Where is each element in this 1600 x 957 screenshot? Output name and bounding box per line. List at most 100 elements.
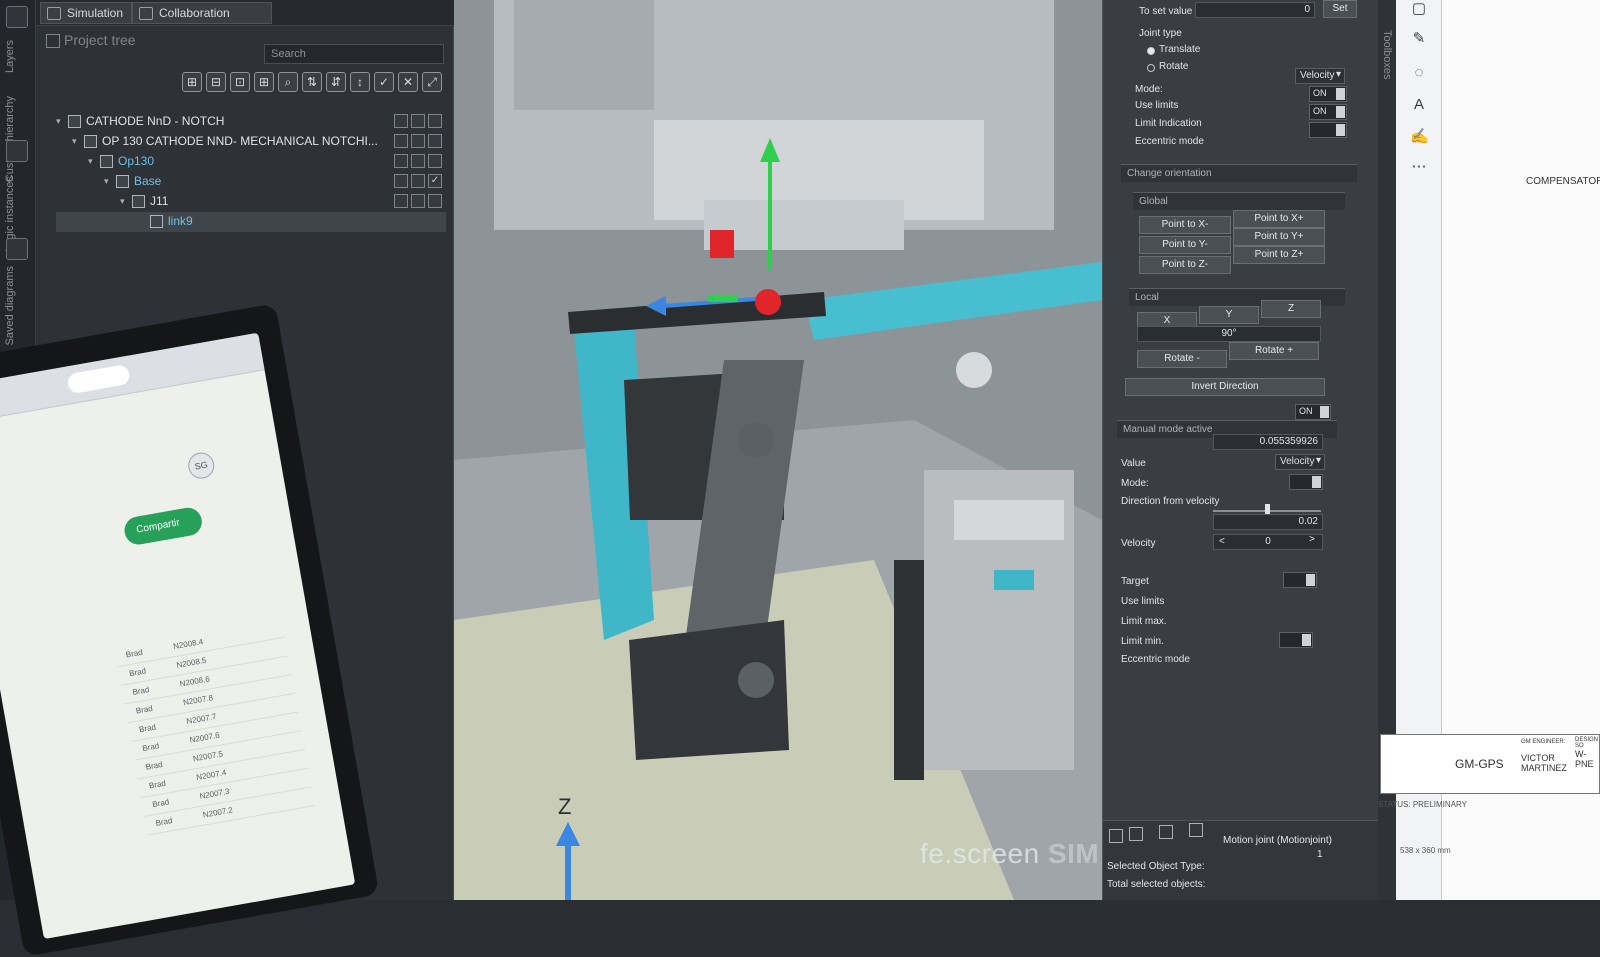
browser-url-field[interactable] <box>66 363 131 395</box>
tree-node-j11[interactable]: ▾ J11 <box>56 192 446 212</box>
panel-icon[interactable] <box>6 6 28 28</box>
more-icon[interactable]: ⋯ <box>1410 158 1428 176</box>
invert-direction-button[interactable]: Invert Direction <box>1125 378 1325 396</box>
rotate-radio[interactable] <box>1147 64 1155 72</box>
rotate-minus-button[interactable]: Rotate - <box>1137 350 1227 368</box>
target-toggle[interactable] <box>1283 572 1317 588</box>
tree-node-link9[interactable]: link9 <box>56 212 446 232</box>
limit-min-toggle[interactable] <box>1279 632 1313 648</box>
tree-node-label: J11 <box>150 194 169 208</box>
search-input[interactable]: Search <box>264 44 444 64</box>
reorder-button[interactable]: ↕ <box>350 72 370 92</box>
translate-radio[interactable] <box>1147 47 1155 55</box>
hierarchy-icon[interactable] <box>6 140 28 162</box>
tree-node-label: OP 130 CATHODE NND- MECHANICAL NOTCHI... <box>102 134 378 148</box>
expander-icon[interactable]: ▾ <box>72 136 82 146</box>
point-to-x-plus-button[interactable]: Point to X+ <box>1233 210 1325 228</box>
limit-indication-toggle[interactable]: ON <box>1309 104 1347 120</box>
value-mode-select[interactable]: Velocity <box>1275 454 1325 470</box>
local-z-button[interactable]: Z <box>1261 300 1321 318</box>
visibility-toggle[interactable] <box>394 174 408 188</box>
mode-label: Mode: <box>1135 84 1163 95</box>
select-toggle[interactable] <box>428 134 442 148</box>
velocity-input[interactable]: 0 <box>1213 534 1323 550</box>
visibility-toggle[interactable] <box>394 154 408 168</box>
mode2-toggle[interactable] <box>1289 474 1323 490</box>
set-button[interactable]: Set <box>1323 0 1357 18</box>
select-toggle[interactable] <box>428 114 442 128</box>
point-to-y-plus-button[interactable]: Point to Y+ <box>1233 228 1325 246</box>
text-box-icon[interactable]: A <box>1410 96 1428 114</box>
delete-icon[interactable] <box>1189 823 1203 837</box>
limit-min-label: Limit min. <box>1121 636 1164 647</box>
interfaces-icon[interactable] <box>6 238 28 260</box>
lock-toggle[interactable] <box>411 194 425 208</box>
lock-toggle[interactable] <box>411 114 425 128</box>
lasso-icon[interactable]: ◌ <box>1410 64 1428 82</box>
gm-gps-cell: GM-GPS <box>1455 757 1504 771</box>
home-icon[interactable] <box>1109 829 1123 843</box>
rail-tab-layers[interactable]: Layers <box>4 40 16 73</box>
sort-down-button[interactable]: ⇵ <box>326 72 346 92</box>
pen-icon[interactable]: ✎ <box>1410 30 1428 48</box>
select-toggle[interactable] <box>428 194 442 208</box>
velocity-decrement-icon[interactable]: < <box>1219 536 1225 547</box>
visibility-toggle[interactable] <box>394 114 408 128</box>
tree-node-op130-mechanical[interactable]: ▾ OP 130 CATHODE NND- MECHANICAL NOTCHI.… <box>56 132 446 152</box>
collapse-all-button[interactable]: ⊟ <box>206 72 226 92</box>
tree-node-base[interactable]: ▾ Base ✓ <box>56 172 446 192</box>
expander-icon[interactable]: ▾ <box>104 176 114 186</box>
rotate-label: Rotate <box>1159 61 1189 72</box>
group-button[interactable]: ⊡ <box>230 72 250 92</box>
avatar[interactable]: SG <box>186 450 217 481</box>
point-to-x-minus-button[interactable]: Point to X- <box>1139 216 1231 234</box>
mode2-label: Mode: <box>1121 478 1149 489</box>
value-input[interactable]: 0.055359926 <box>1213 434 1323 450</box>
rail-tab-saved-diagrams[interactable]: Saved diagrams <box>4 266 16 346</box>
select-toggle[interactable]: ✓ <box>428 174 442 188</box>
use-limits2-label: Use limits <box>1121 596 1165 607</box>
tab-simulation[interactable]: Simulation <box>40 2 133 24</box>
tab-collaboration[interactable]: Collaboration <box>132 2 272 24</box>
point-to-z-minus-button[interactable]: Point to Z- <box>1139 256 1231 274</box>
expand-all-button[interactable]: ⊞ <box>182 72 202 92</box>
visibility-toggle[interactable] <box>394 194 408 208</box>
to-set-value-input[interactable]: 0 <box>1195 2 1315 18</box>
signature-icon[interactable]: ✍ <box>1410 128 1429 146</box>
lock-toggle[interactable] <box>411 154 425 168</box>
sort-up-button[interactable]: ⇅ <box>302 72 322 92</box>
rotate-plus-button[interactable]: Rotate + <box>1229 342 1319 360</box>
add-node-button[interactable]: ⊞ <box>254 72 274 92</box>
point-to-y-minus-button[interactable]: Point to Y- <box>1139 236 1231 254</box>
page-icon[interactable]: ▢ <box>1410 0 1428 18</box>
tree-node-op130[interactable]: ▾ Op130 <box>56 152 446 172</box>
clear-button[interactable]: ✕ <box>398 72 418 92</box>
find-button[interactable]: ⌕ <box>278 72 298 92</box>
lock-toggle[interactable] <box>411 134 425 148</box>
direction-input[interactable]: 0.02 <box>1213 514 1323 530</box>
lock-toggle[interactable] <box>411 174 425 188</box>
change-orientation-header[interactable]: Change orientation <box>1121 164 1357 182</box>
manual-mode-toggle[interactable]: ON <box>1295 404 1331 420</box>
expander-icon[interactable]: ▾ <box>120 196 130 206</box>
expander-icon[interactable]: ▾ <box>88 156 98 166</box>
eccentric-mode-toggle[interactable] <box>1309 122 1347 138</box>
paste-icon[interactable] <box>1159 825 1173 839</box>
angle-input[interactable]: 90° <box>1137 326 1321 342</box>
copy-icon[interactable] <box>1129 827 1143 841</box>
share-button[interactable]: Compartir <box>122 505 205 547</box>
check-all-button[interactable]: ✓ <box>374 72 394 92</box>
toolboxes-tab[interactable]: Toolboxes <box>1381 30 1393 80</box>
fit-button[interactable]: ⤢ <box>422 72 442 92</box>
tree-node-cathode-nnd-notch[interactable]: ▾ CATHODE NnD - NOTCH <box>56 112 446 132</box>
mode-select[interactable]: Velocity <box>1295 68 1345 84</box>
expander-icon[interactable]: ▾ <box>56 116 66 126</box>
local-y-button[interactable]: Y <box>1199 306 1259 324</box>
3d-viewport[interactable]: Z fe.screen SIM <box>454 0 1102 900</box>
point-to-z-plus-button[interactable]: Point to Z+ <box>1233 246 1325 264</box>
direction-label: Direction from velocity <box>1121 496 1220 507</box>
visibility-toggle[interactable] <box>394 134 408 148</box>
velocity-increment-icon[interactable]: > <box>1309 534 1315 545</box>
use-limits-toggle[interactable]: ON <box>1309 86 1347 102</box>
select-toggle[interactable] <box>428 154 442 168</box>
